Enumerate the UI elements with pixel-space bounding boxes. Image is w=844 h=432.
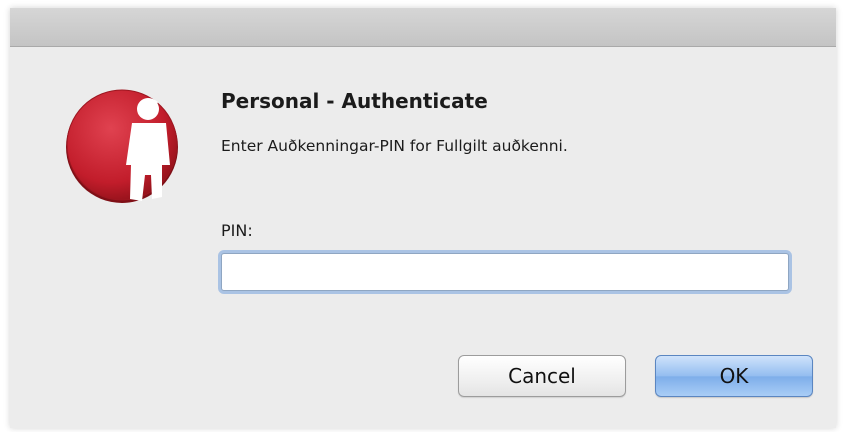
person-red-circle-icon bbox=[66, 89, 178, 203]
pin-label: PIN: bbox=[221, 221, 253, 240]
ok-button[interactable]: OK bbox=[655, 355, 813, 397]
dialog-titlebar[interactable] bbox=[10, 8, 836, 47]
ok-button-label: OK bbox=[719, 364, 749, 388]
dialog-message: Enter Auðkenningar-PIN for Fullgilt auðk… bbox=[221, 137, 568, 155]
cancel-button[interactable]: Cancel bbox=[458, 355, 626, 397]
screen: Personal - Authenticate Enter Auðkenning… bbox=[0, 0, 844, 432]
pin-input[interactable] bbox=[221, 253, 789, 291]
dialog-content: Personal - Authenticate Enter Auðkenning… bbox=[10, 47, 836, 428]
cancel-button-label: Cancel bbox=[508, 364, 576, 388]
authenticate-dialog: Personal - Authenticate Enter Auðkenning… bbox=[10, 8, 836, 428]
dialog-heading: Personal - Authenticate bbox=[221, 89, 488, 113]
